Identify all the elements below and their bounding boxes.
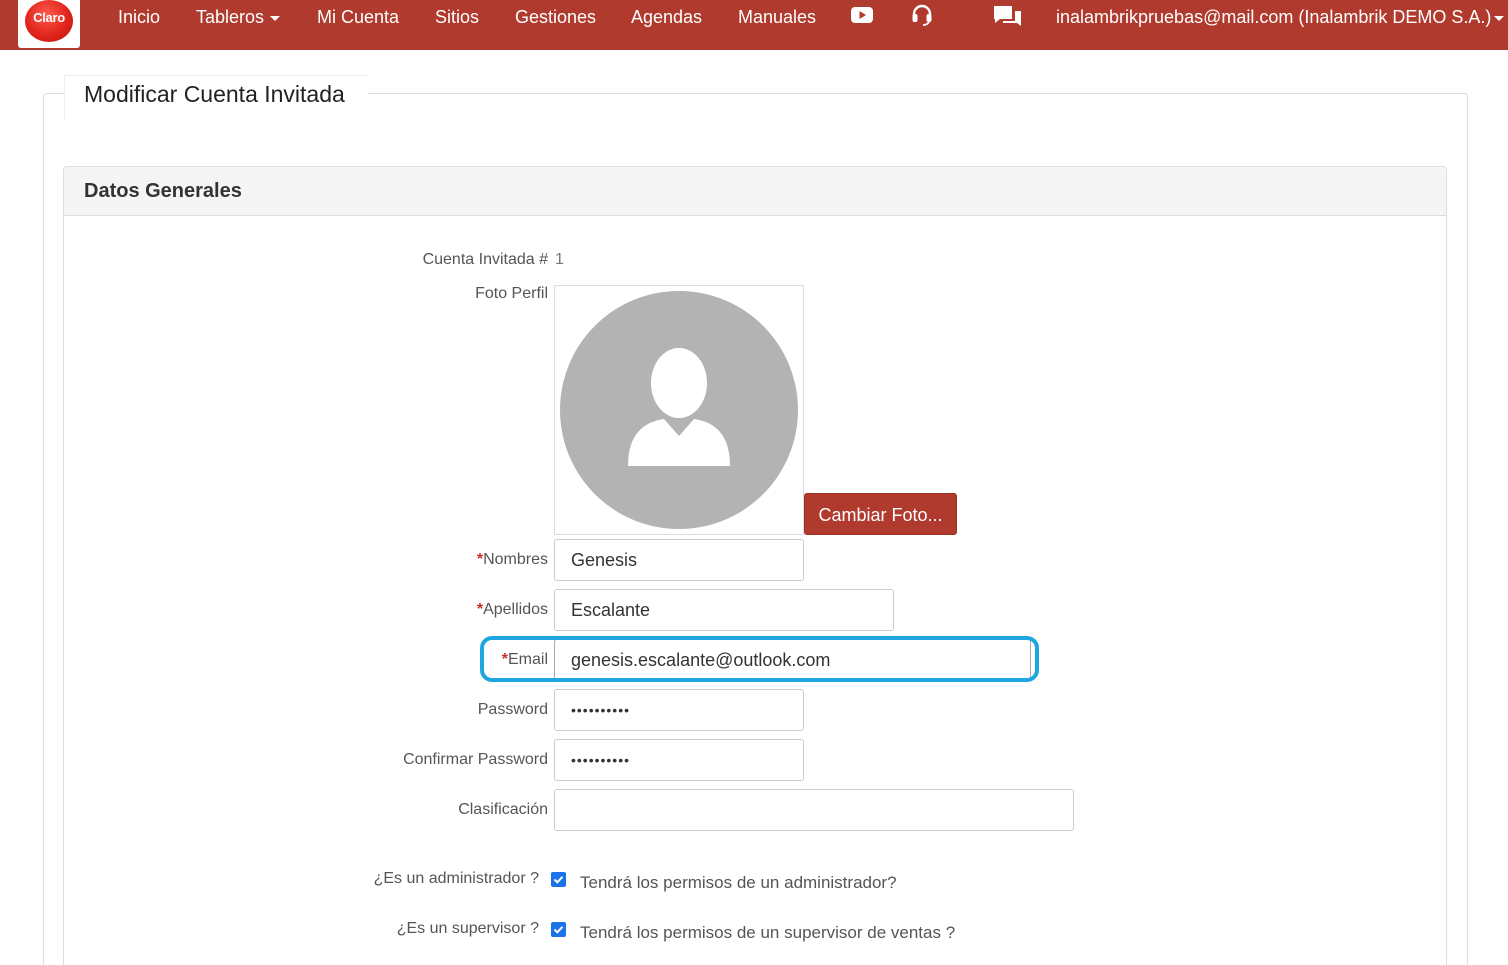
confirm-password-label: Confirmar Password xyxy=(403,751,548,768)
apellidos-input[interactable]: Escalante xyxy=(554,589,894,631)
apellidos-label: *Apellidos xyxy=(477,601,548,619)
top-navbar: Claro Inicio Tableros Mi Cuenta Sitios G… xyxy=(0,0,1508,50)
panel-heading: Datos Generales xyxy=(64,167,1446,216)
nav-gestiones[interactable]: Gestiones xyxy=(515,7,596,28)
user-menu[interactable]: inalambrikpruebas@mail.com (Inalambrik D… xyxy=(1056,7,1505,28)
nav-agendas[interactable]: Agendas xyxy=(631,7,702,28)
checkmark-icon xyxy=(553,926,564,934)
clasificacion-label: Clasificación xyxy=(458,801,548,818)
supervisor-label: ¿Es un supervisor ? xyxy=(396,920,539,937)
page-title: Modificar Cuenta Invitada xyxy=(84,81,345,107)
claro-logo-circle: Claro xyxy=(25,0,73,42)
supervisor-description: Tendrá los permisos de un supervisor de … xyxy=(580,923,956,942)
change-photo-button[interactable]: Cambiar Foto... xyxy=(804,493,957,535)
claro-logo-text: Claro xyxy=(33,10,65,25)
nav-sitios[interactable]: Sitios xyxy=(435,7,479,28)
user-silhouette-icon xyxy=(628,348,730,466)
account-number-label: Cuenta Invitada # xyxy=(422,251,548,268)
youtube-icon[interactable] xyxy=(850,5,874,25)
chat-icon[interactable] xyxy=(993,4,1023,32)
headset-icon[interactable] xyxy=(910,3,934,27)
password-label: Password xyxy=(477,701,548,718)
admin-checkbox[interactable] xyxy=(551,872,566,887)
claro-logo[interactable]: Claro xyxy=(18,0,80,48)
nombres-label-text: Nombres xyxy=(483,551,548,568)
admin-description: Tendrá los permisos de un administrador? xyxy=(580,873,897,892)
apellidos-label-text: Apellidos xyxy=(483,601,548,618)
nombres-label: *Nombres xyxy=(477,551,548,569)
chevron-down-icon xyxy=(270,15,281,21)
email-highlight xyxy=(480,636,1039,682)
user-menu-label: inalambrikpruebas@mail.com (Inalambrik D… xyxy=(1056,7,1492,27)
password-input[interactable]: •••••••••• xyxy=(554,689,804,731)
admin-label: ¿Es un administrador ? xyxy=(373,870,539,887)
avatar xyxy=(560,291,798,529)
chevron-down-icon xyxy=(1494,15,1505,21)
nav-tableros-label: Tableros xyxy=(196,7,265,27)
account-number-value: 1 xyxy=(555,251,564,268)
nav-manuales[interactable]: Manuales xyxy=(738,7,816,28)
section-title: Datos Generales xyxy=(84,180,242,202)
profile-photo xyxy=(554,285,804,535)
checkmark-icon xyxy=(553,876,564,884)
nav-inicio[interactable]: Inicio xyxy=(118,7,160,28)
clasificacion-input[interactable] xyxy=(554,789,1074,831)
nombres-input[interactable]: Genesis xyxy=(554,539,804,581)
confirm-password-input[interactable]: •••••••••• xyxy=(554,739,804,781)
photo-label: Foto Perfil xyxy=(475,285,548,302)
nav-tableros[interactable]: Tableros xyxy=(196,7,281,28)
supervisor-checkbox[interactable] xyxy=(551,922,566,937)
nav-mi-cuenta[interactable]: Mi Cuenta xyxy=(317,7,399,28)
